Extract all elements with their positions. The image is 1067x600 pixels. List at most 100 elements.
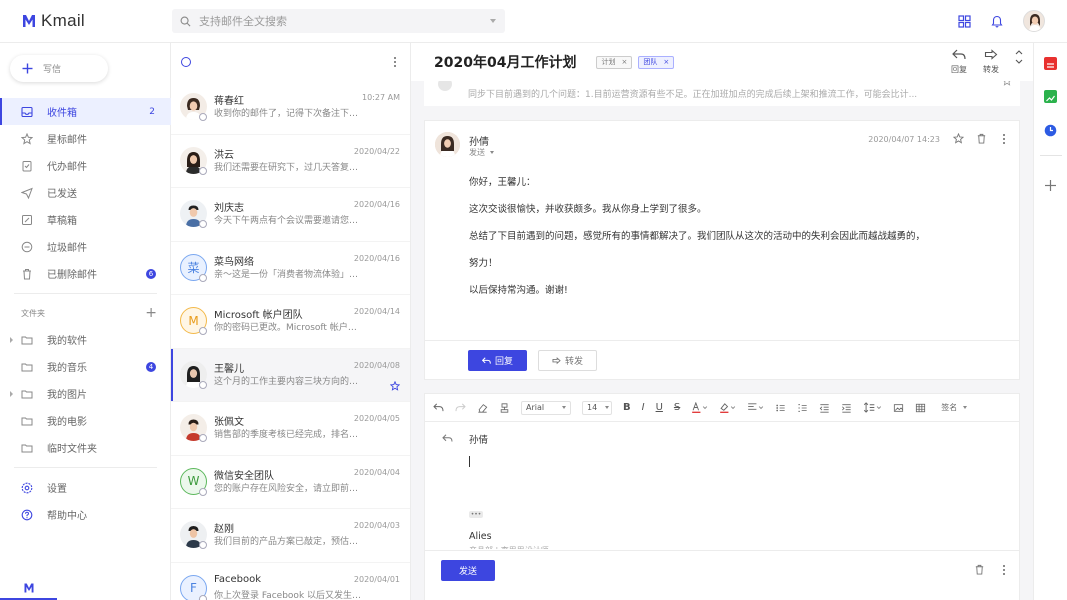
calendar-app-icon[interactable]	[1044, 57, 1057, 70]
mail-date: 2020/04/08	[353, 360, 400, 370]
sidebar-item-spam[interactable]: 垃圾邮件	[0, 233, 171, 260]
list-item[interactable]: 洪云 2020/04/22 我们还需要在研究下，过几天答复可...	[171, 135, 410, 188]
unread-indicator	[199, 113, 207, 121]
reply-action[interactable]: 回复	[951, 49, 967, 75]
more-options-icon[interactable]	[999, 133, 1009, 144]
search-dropdown-icon[interactable]	[490, 19, 496, 23]
reply-recipient[interactable]: 孙倩	[469, 432, 488, 446]
mail-date: 2020/04/16	[353, 200, 400, 209]
sidebar-item-drafts[interactable]: 草稿箱	[0, 206, 171, 233]
reply-button[interactable]: 回复	[468, 350, 527, 371]
sidebar-item-help[interactable]: 帮助中心	[0, 501, 171, 528]
undo-icon[interactable]	[433, 403, 444, 412]
show-quoted-text-button[interactable]: •••	[469, 511, 483, 518]
font-family-select[interactable]: Arial	[521, 400, 571, 415]
indent-increase-icon[interactable]	[841, 403, 852, 413]
folder-icon	[21, 361, 33, 373]
select-all-checkbox[interactable]	[181, 57, 191, 67]
add-app-icon[interactable]	[1044, 177, 1057, 196]
compose-button[interactable]: 写信	[10, 55, 108, 82]
send-button[interactable]: 发送	[441, 560, 495, 581]
table-icon[interactable]	[915, 403, 926, 413]
text-cursor[interactable]	[469, 456, 470, 467]
top-right-actions	[958, 10, 1045, 32]
eraser-icon[interactable]	[477, 403, 488, 413]
bottom-logo[interactable]	[0, 578, 57, 600]
align-icon[interactable]	[747, 402, 764, 413]
folder-item-music[interactable]: 我的音乐 4	[0, 353, 171, 380]
expand-collapse-toggle[interactable]	[1015, 49, 1023, 65]
clock-app-icon[interactable]	[1044, 122, 1057, 137]
indent-decrease-icon[interactable]	[819, 403, 830, 413]
underline-button[interactable]: U	[656, 402, 663, 413]
forward-button[interactable]: 转发	[538, 350, 597, 371]
recipient-toggle[interactable]: 发送	[469, 147, 494, 158]
mail-list-panel: 蒋春红 10:27 AM 收到你的邮件了，记得下次备注下订... 洪云 2020…	[171, 43, 411, 600]
font-size-value: 14	[587, 403, 598, 412]
thread-subject: 2020年04月工作计划	[434, 55, 577, 71]
sidebar-item-deleted[interactable]: 已删除邮件 6	[0, 260, 171, 287]
bell-icon[interactable]	[991, 15, 1003, 28]
list-item[interactable]: 赵刚 2020/04/03 我们目前的产品方案已敲定，预估下...	[171, 509, 410, 563]
list-item[interactable]: M Microsoft 帐户团队 2020/04/14 你的密码已更改。Micr…	[171, 295, 410, 349]
sidebar-item-todo[interactable]: 代办邮件	[0, 152, 171, 179]
top-bar: Kmail 支持邮件全文搜索	[0, 0, 1067, 43]
list-item[interactable]: 张佩文 2020/04/05 销售部的季度考核已经完成，排名第...	[171, 402, 410, 456]
chevron-down-icon	[605, 406, 610, 409]
expand-caret-icon[interactable]	[10, 336, 13, 343]
star-icon[interactable]	[1002, 81, 1012, 86]
app-logo[interactable]: Kmail	[21, 11, 85, 31]
signature-select[interactable]: 签名	[941, 402, 968, 413]
list-item[interactable]: F Facebook 2020/04/01 你上次登录 Facebook 以后又…	[171, 563, 410, 600]
trash-icon[interactable]	[976, 133, 987, 144]
folder-item-pictures[interactable]: 我的图片	[0, 380, 171, 407]
sidebar-item-inbox[interactable]: 收件箱 2	[0, 98, 171, 125]
mail-sender: 赵刚	[214, 524, 234, 535]
unread-indicator	[199, 434, 207, 442]
mail-snippet: 今天下午两点有个会议需要邀请您也...	[214, 216, 364, 226]
list-item[interactable]: W 微信安全团队 2020/04/04 您的账户存在风险安全，请立即前往...	[171, 456, 410, 509]
add-folder-icon[interactable]: +	[145, 305, 157, 321]
trash-icon[interactable]	[974, 564, 985, 575]
tag-close-icon[interactable]: ×	[663, 58, 669, 66]
bullet-list-icon[interactable]	[775, 403, 786, 413]
format-painter-icon[interactable]	[499, 402, 510, 413]
folder-item-software[interactable]: 我的软件	[0, 326, 171, 353]
more-options-icon[interactable]	[390, 57, 400, 67]
sidebar-item-starred[interactable]: 星标邮件	[0, 125, 171, 152]
image-icon[interactable]	[893, 403, 904, 413]
forward-action[interactable]: 转发	[983, 49, 999, 75]
star-icon[interactable]	[389, 376, 401, 395]
bold-button[interactable]: B	[623, 402, 631, 413]
star-icon[interactable]	[953, 133, 964, 144]
redo-icon[interactable]	[455, 403, 466, 412]
mail-sender: 张佩文	[214, 417, 244, 428]
list-item[interactable]: 菜 菜鸟网络 2020/04/16 亲～这是一份「消费者物流体验」的...	[171, 242, 410, 295]
sidebar-item-settings[interactable]: 设置	[0, 474, 171, 501]
sidebar-divider	[14, 293, 157, 294]
list-item-selected[interactable]: 王馨儿 2020/04/08 这个月的工作主要内容三块方向的有...	[171, 348, 410, 402]
numbered-list-icon[interactable]	[797, 403, 808, 413]
apps-grid-icon[interactable]	[958, 14, 971, 28]
strikethrough-button[interactable]: S	[674, 402, 680, 413]
search-bar[interactable]: 支持邮件全文搜索	[172, 9, 505, 33]
folder-item-movies[interactable]: 我的电影	[0, 407, 171, 434]
more-options-icon[interactable]	[999, 564, 1009, 575]
collapsed-message[interactable]: 同步下目前遇到的几个问题：1.目前运营资源有些不足。正在加班加点的完成后续上架和…	[424, 81, 1020, 106]
list-item[interactable]: 蒋春红 10:27 AM 收到你的邮件了，记得下次备注下订...	[171, 81, 410, 135]
font-size-select[interactable]: 14	[582, 400, 612, 415]
sidebar-item-sent[interactable]: 已发送	[0, 179, 171, 206]
font-color-icon[interactable]	[691, 402, 708, 413]
italic-button[interactable]: I	[642, 402, 645, 413]
search-input[interactable]: 支持邮件全文搜索	[199, 13, 490, 29]
tag-close-icon[interactable]: ×	[621, 58, 627, 66]
tag-plan[interactable]: 计划 ×	[596, 55, 633, 69]
chart-app-icon[interactable]	[1044, 90, 1057, 103]
tag-team[interactable]: 团队 ×	[638, 55, 675, 69]
folder-item-temp[interactable]: 临时文件夹	[0, 434, 171, 461]
list-item[interactable]: 刘庆志 2020/04/16 今天下午两点有个会议需要邀请您也...	[171, 188, 410, 242]
line-height-icon[interactable]	[863, 402, 882, 413]
highlight-color-icon[interactable]	[719, 402, 736, 413]
user-avatar[interactable]	[1023, 10, 1045, 32]
expand-caret-icon[interactable]	[10, 390, 13, 397]
